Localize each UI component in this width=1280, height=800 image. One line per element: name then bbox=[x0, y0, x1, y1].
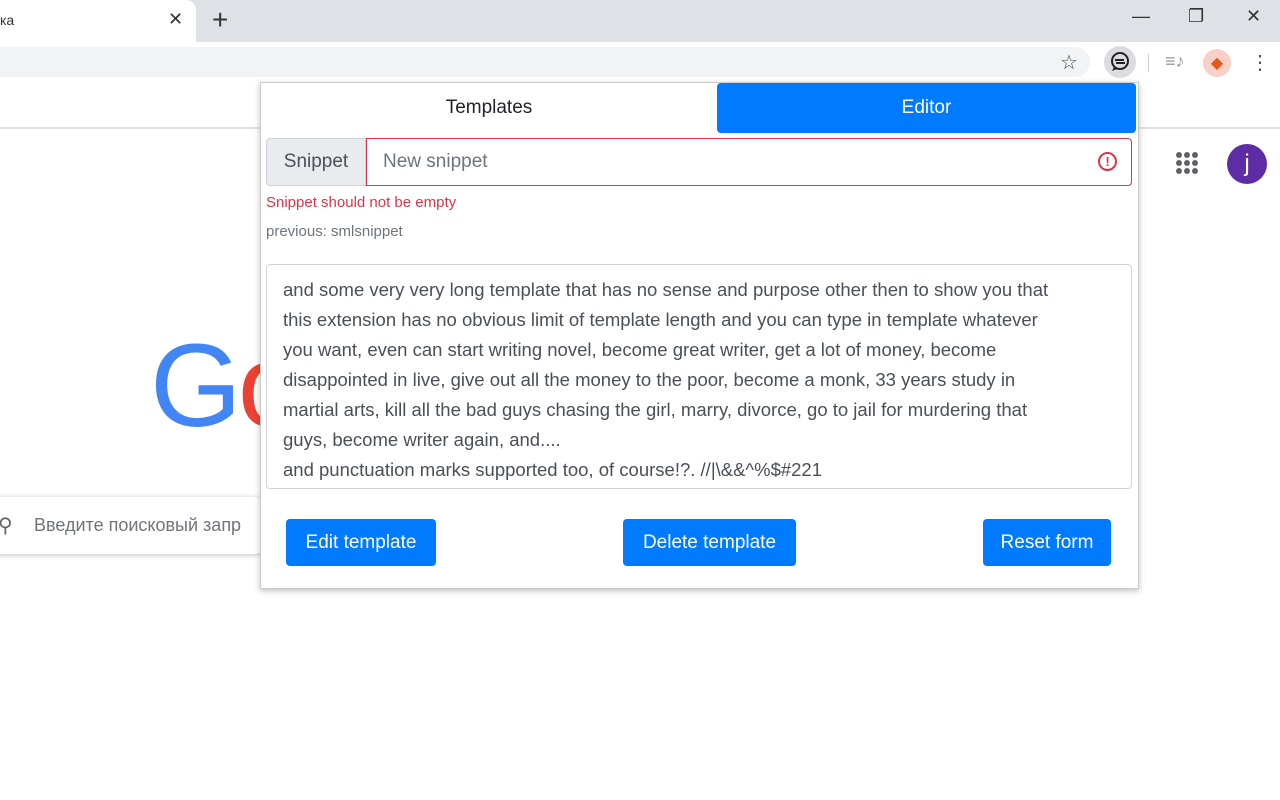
snippet-error-message: Snippet should not be empty bbox=[266, 194, 457, 211]
template-textarea[interactable]: and some very very long template that ha… bbox=[266, 264, 1132, 489]
snippet-field-wrapper: ! bbox=[366, 138, 1132, 186]
tab-strip: ка ✕ + — ❐ ✕ bbox=[0, 0, 1280, 42]
extension-popup: Templates Editor Snippet ! Snippet shoul… bbox=[260, 82, 1139, 589]
toolbar-divider bbox=[1148, 54, 1149, 72]
profile-extension-icon[interactable]: ◆ bbox=[1203, 49, 1231, 77]
snippet-input[interactable] bbox=[367, 139, 1131, 185]
template-line: martial arts, kill all the bad guys chas… bbox=[283, 399, 1028, 420]
template-line: disappointed in live, give out all the m… bbox=[283, 369, 1016, 390]
google-search-box[interactable]: ⚲ Введите поисковый запр bbox=[0, 497, 280, 554]
template-line: and some very very long template that ha… bbox=[283, 279, 1049, 300]
template-line: and punctuation marks supported too, of … bbox=[283, 459, 823, 480]
browser-menu-icon[interactable]: ⋮ bbox=[1250, 50, 1270, 75]
template-line: this extension has no obvious limit of t… bbox=[283, 309, 1038, 330]
bookmark-star-icon[interactable]: ☆ bbox=[1060, 50, 1078, 75]
search-placeholder: Введите поисковый запр bbox=[34, 515, 242, 535]
snippet-input-group: Snippet ! bbox=[266, 138, 1132, 186]
close-tab-icon[interactable]: ✕ bbox=[168, 9, 183, 30]
address-bar[interactable] bbox=[0, 47, 1090, 77]
reset-form-button[interactable]: Reset form bbox=[983, 519, 1111, 566]
tab-title: ка bbox=[0, 12, 15, 28]
delete-template-button[interactable]: Delete template bbox=[623, 519, 796, 566]
edit-template-button[interactable]: Edit template bbox=[286, 519, 436, 566]
previous-snippet-text: previous: smlsnippet bbox=[266, 223, 403, 240]
restore-button[interactable]: ❐ bbox=[1188, 6, 1204, 27]
apps-grid-icon[interactable] bbox=[1176, 152, 1198, 174]
snippet-label: Snippet bbox=[266, 138, 366, 186]
tab-templates[interactable]: Templates bbox=[261, 83, 717, 133]
template-line: guys, become writer again, and.... bbox=[283, 429, 561, 450]
error-icon: ! bbox=[1098, 152, 1117, 171]
tab-editor[interactable]: Editor bbox=[717, 83, 1136, 133]
media-control-icon[interactable]: ≡♪ bbox=[1165, 51, 1185, 72]
close-window-button[interactable]: ✕ bbox=[1246, 6, 1261, 27]
browser-tab[interactable]: ка ✕ bbox=[0, 0, 196, 42]
account-avatar[interactable]: j bbox=[1227, 144, 1267, 184]
search-icon: ⚲ bbox=[0, 515, 13, 537]
new-tab-button[interactable]: + bbox=[212, 4, 228, 36]
browser-toolbar: ☆ ≡♪ ◆ ⋮ bbox=[0, 42, 1280, 82]
extension-icon[interactable] bbox=[1104, 46, 1136, 78]
template-line: you want, even can start writing novel, … bbox=[283, 339, 997, 360]
minimize-button[interactable]: — bbox=[1132, 6, 1150, 27]
